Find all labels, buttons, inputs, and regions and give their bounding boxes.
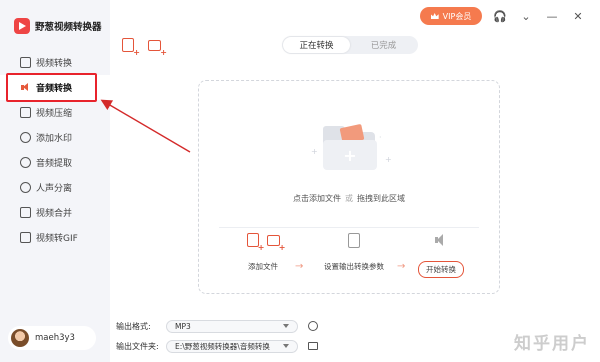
tab-converting[interactable]: 正在转换	[283, 37, 350, 53]
sparkle-icon: +	[311, 147, 318, 156]
sidebar-item-audio-extract[interactable]: 音频提取	[0, 150, 110, 175]
output-format-row: 输出格式: MP3	[116, 319, 318, 333]
avatar	[11, 329, 29, 347]
add-file-icon	[246, 233, 265, 252]
output-format-select[interactable]: MP3	[166, 319, 298, 333]
folder-illustration-icon: +	[323, 123, 377, 170]
headset-icon[interactable]: 🎧	[492, 8, 508, 24]
sidebar: 野葱视频转换器 视频转换 音频转换 视频压缩 添加水印 音频提取 人声分离 视频…	[0, 0, 110, 362]
audio-extract-icon	[20, 157, 31, 168]
username: maeh3y3	[35, 333, 75, 343]
step-label: 设置输出转换参数	[324, 262, 384, 271]
sidebar-item-label: 视频转换	[36, 59, 73, 69]
sidebar-item-label: 人声分离	[36, 184, 73, 194]
chevron-down-icon	[283, 324, 289, 328]
arrow-right-icon: →	[397, 261, 406, 272]
add-folder-icon	[266, 235, 286, 252]
folder-open-icon[interactable]	[308, 342, 318, 350]
settings-doc-icon	[348, 233, 360, 248]
voice-separate-icon	[20, 182, 31, 193]
close-icon[interactable]: ✕	[570, 8, 586, 24]
app-title: 野葱视频转换器	[35, 22, 102, 33]
divider	[219, 227, 479, 228]
sparkle-icon: ·	[379, 133, 382, 142]
output-folder-select[interactable]: E:\野葱视频转换器\音频转换	[166, 339, 298, 353]
vip-button[interactable]: VIP会员	[420, 7, 482, 25]
drop-hint-or: 或	[345, 194, 353, 203]
sidebar-item-label: 视频压缩	[36, 109, 73, 119]
user-profile[interactable]: maeh3y3	[8, 326, 96, 350]
sidebar-item-label: 音频转换	[36, 84, 73, 94]
add-file-icon[interactable]	[122, 38, 140, 57]
steps-guide: 添加文件 → 设置输出转换参数 → 开始转换	[199, 233, 499, 285]
sidebar-item-audio-convert[interactable]: 音频转换	[0, 75, 110, 100]
drop-hint-add[interactable]: 点击添加文件	[293, 194, 341, 203]
drop-hint-drag: 拖拽到此区域	[357, 194, 405, 203]
drop-zone[interactable]: + + + · 点击添加文件或拖拽到此区域 添加文件 → 设置输出转换参数	[198, 80, 500, 294]
step-settings: 设置输出转换参数	[311, 233, 397, 272]
step-label: 添加文件	[248, 262, 278, 271]
merge-icon	[20, 207, 31, 218]
output-folder-label: 输出文件夹:	[116, 341, 159, 351]
app-logo: 野葱视频转换器	[14, 18, 102, 34]
start-convert-button[interactable]: 开始转换	[418, 261, 464, 278]
sparkle-icon: +	[385, 155, 392, 164]
gif-icon	[20, 232, 31, 243]
crown-icon	[430, 13, 439, 19]
sidebar-item-add-watermark[interactable]: 添加水印	[0, 125, 110, 150]
output-folder-value: E:\野葱视频转换器\音频转换	[175, 341, 270, 351]
watermark-icon	[20, 132, 31, 143]
speaker-icon	[434, 233, 448, 247]
sidebar-nav: 视频转换 音频转换 视频压缩 添加水印 音频提取 人声分离 视频合并 视频转GI…	[0, 50, 110, 250]
sidebar-item-video-to-gif[interactable]: 视频转GIF	[0, 225, 110, 250]
sidebar-item-label: 视频合并	[36, 209, 73, 219]
sidebar-item-label: 视频转GIF	[36, 234, 78, 244]
settings-icon[interactable]	[308, 321, 318, 331]
app-logo-icon	[14, 18, 30, 34]
tab-bar: 正在转换 已完成	[282, 36, 418, 54]
sidebar-item-label: 添加水印	[36, 134, 73, 144]
compress-icon	[20, 107, 31, 118]
drop-hint: 点击添加文件或拖拽到此区域	[199, 193, 499, 204]
sidebar-item-video-convert[interactable]: 视频转换	[0, 50, 110, 75]
vip-label: VIP会员	[442, 11, 472, 21]
watermark-text: 知乎用户	[514, 334, 590, 354]
minimize-icon[interactable]: —	[544, 8, 560, 24]
main-panel: VIP会员 🎧 ⌄ — ✕ 正在转换 已完成 + + + · 点击添加文件或拖拽…	[110, 0, 600, 362]
sidebar-item-voice-separate[interactable]: 人声分离	[0, 175, 110, 200]
sidebar-item-video-compress[interactable]: 视频压缩	[0, 100, 110, 125]
tab-completed[interactable]: 已完成	[350, 37, 417, 53]
output-format-value: MP3	[175, 321, 191, 331]
speaker-icon	[20, 82, 31, 93]
sidebar-item-video-merge[interactable]: 视频合并	[0, 200, 110, 225]
video-icon	[20, 57, 31, 68]
sidebar-item-label: 音频提取	[36, 159, 73, 169]
step-add-file: 添加文件	[237, 233, 289, 272]
arrow-right-icon: →	[295, 261, 304, 272]
add-folder-icon[interactable]	[148, 40, 167, 57]
chevron-icon[interactable]: ⌄	[518, 8, 534, 24]
topbar: VIP会员 🎧 ⌄ — ✕	[420, 6, 600, 26]
output-format-label: 输出格式:	[116, 321, 151, 331]
add-toolbar	[122, 38, 167, 57]
chevron-down-icon	[283, 344, 289, 348]
step-start: 开始转换	[413, 233, 469, 278]
output-folder-row: 输出文件夹: E:\野葱视频转换器\音频转换	[116, 339, 318, 353]
